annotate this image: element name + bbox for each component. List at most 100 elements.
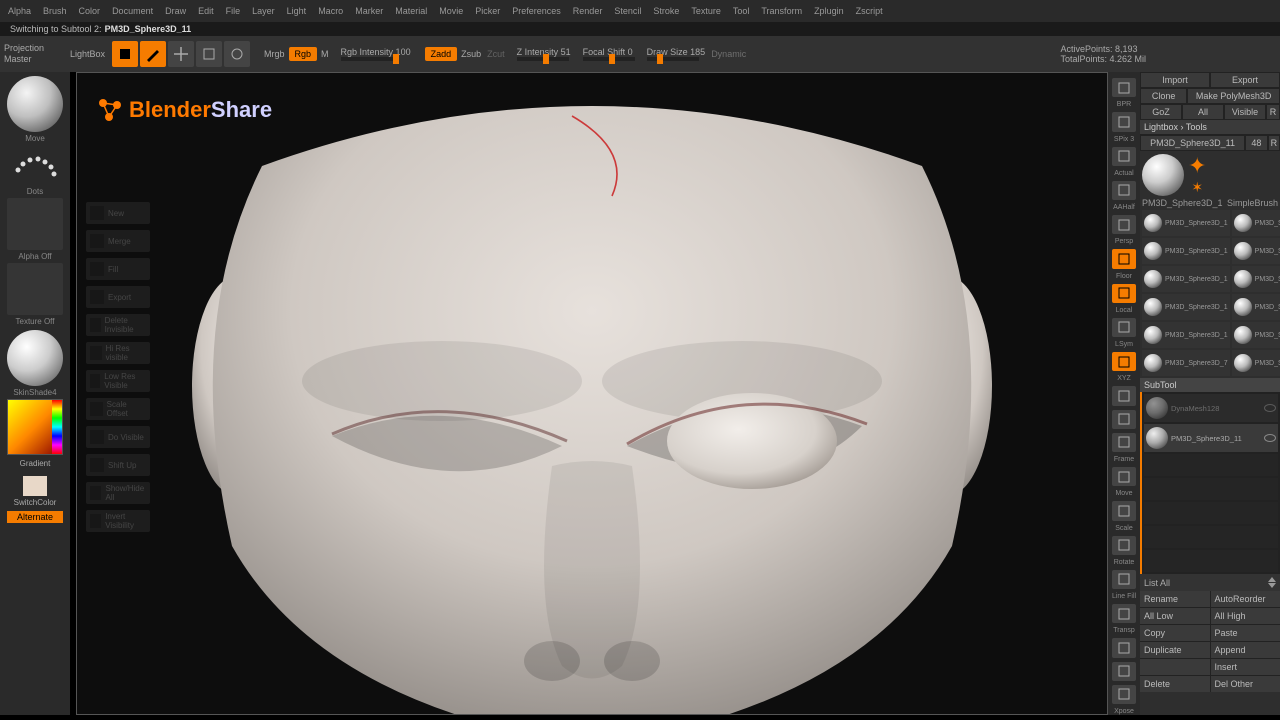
strip-BPR[interactable] <box>1112 78 1136 97</box>
menu-edit[interactable]: Edit <box>198 6 214 16</box>
zsub-toggle[interactable]: Zsub <box>461 49 481 59</box>
goz-visible-button[interactable]: Visible <box>1224 104 1266 120</box>
tool-thumb[interactable]: PM3D_Sphere3D_5 <box>1232 238 1280 264</box>
scale-mode-icon[interactable] <box>196 41 222 67</box>
zadd-toggle[interactable]: Zadd <box>425 47 458 61</box>
strip-SPix 3[interactable] <box>1112 112 1136 131</box>
op-all-high[interactable]: All High <box>1211 608 1280 624</box>
float-item[interactable]: Low Res Visible <box>86 370 150 392</box>
edit-mode-icon[interactable] <box>112 41 138 67</box>
tool-thumb[interactable]: PM3D_Sphere3D_1 <box>1142 266 1230 292</box>
alternate-button[interactable]: Alternate <box>7 511 63 523</box>
simplebrush-icon[interactable]: ✦ <box>1188 153 1206 179</box>
strip-LSym[interactable] <box>1112 318 1136 337</box>
visibility-icon[interactable] <box>1264 434 1276 442</box>
texture-slot[interactable] <box>7 263 63 315</box>
strip-Local[interactable] <box>1112 284 1136 303</box>
op-all-low[interactable]: All Low <box>1140 608 1210 624</box>
menu-movie[interactable]: Movie <box>439 6 463 16</box>
clone-button[interactable]: Clone <box>1140 88 1187 104</box>
strip-Transp[interactable] <box>1112 604 1136 623</box>
brush-thumbnail[interactable] <box>7 76 63 132</box>
strip-icon[interactable] <box>1112 410 1136 429</box>
menu-macro[interactable]: Macro <box>318 6 343 16</box>
lightbox-tools-header[interactable]: Lightbox › Tools <box>1140 120 1280 135</box>
color-picker[interactable] <box>7 399 63 455</box>
stroke-thumbnail[interactable] <box>7 145 63 185</box>
goz-all-button[interactable]: All <box>1182 104 1224 120</box>
tool-thumb[interactable]: PM3D_Sphere3D_5 <box>1232 350 1280 376</box>
tool-thumb[interactable]: PM3D_Sphere3D_5 <box>1232 294 1280 320</box>
strip-Actual[interactable] <box>1112 147 1136 166</box>
float-item[interactable]: Do Visible <box>86 426 150 448</box>
strip-Frame[interactable] <box>1112 433 1136 452</box>
strip-Line Fill[interactable] <box>1112 570 1136 589</box>
op-duplicate[interactable]: Duplicate <box>1140 642 1210 658</box>
tool-thumb[interactable]: PM3D_Sphere3D_1 <box>1232 210 1280 236</box>
m-toggle[interactable]: M <box>321 49 329 59</box>
op-copy[interactable]: Copy <box>1140 625 1210 641</box>
float-item[interactable]: Invert Visibility <box>86 510 150 532</box>
strip-Persp[interactable] <box>1112 215 1136 234</box>
projection-master[interactable]: Projection Master <box>4 43 64 65</box>
float-item[interactable]: New <box>86 202 150 224</box>
strip-icon[interactable] <box>1112 638 1136 657</box>
viewport[interactable]: BlenderShare <box>76 72 1108 715</box>
float-item[interactable]: Scale Offset <box>86 398 150 420</box>
alpha-slot[interactable] <box>7 198 63 250</box>
op-insert[interactable]: Insert <box>1211 659 1280 675</box>
strip-Rotate[interactable] <box>1112 536 1136 555</box>
subtool-row[interactable]: PM3D_Sphere3D_11 <box>1144 424 1278 452</box>
rotate-mode-icon[interactable] <box>224 41 250 67</box>
switch-color[interactable]: SwitchColor <box>14 498 57 507</box>
tool-thumb[interactable]: PM3D_Sphere3D_1 <box>1142 238 1230 264</box>
make-polymesh-button[interactable]: Make PolyMesh3D <box>1187 88 1280 104</box>
subtool-header[interactable]: SubTool <box>1140 378 1280 392</box>
strip-AAHalf[interactable] <box>1112 181 1136 200</box>
tool-thumb[interactable]: PM3D_Sphere3D_1 <box>1142 322 1230 348</box>
menu-render[interactable]: Render <box>573 6 603 16</box>
import-button[interactable]: Import <box>1140 72 1210 88</box>
float-item[interactable]: Show/Hide All <box>86 482 150 504</box>
menu-zplugin[interactable]: Zplugin <box>814 6 844 16</box>
tool-r[interactable]: R <box>1268 135 1280 151</box>
material-thumbnail[interactable] <box>7 330 63 386</box>
tool-name[interactable]: PM3D_Sphere3D_11 <box>1140 135 1245 151</box>
lightbox-button[interactable]: LightBox <box>70 49 110 59</box>
strip-icon[interactable] <box>1112 386 1136 405</box>
reorder-arrows[interactable] <box>1268 577 1276 588</box>
menu-stencil[interactable]: Stencil <box>614 6 641 16</box>
goz-r-button[interactable]: R <box>1266 104 1280 120</box>
menu-stroke[interactable]: Stroke <box>653 6 679 16</box>
visibility-icon[interactable] <box>1264 404 1276 412</box>
op-append[interactable]: Append <box>1211 642 1280 658</box>
current-tool-thumb[interactable] <box>1142 154 1184 196</box>
gradient-label[interactable]: Gradient <box>20 459 51 468</box>
op-rename[interactable]: Rename <box>1140 591 1210 607</box>
menu-document[interactable]: Document <box>112 6 153 16</box>
menu-tool[interactable]: Tool <box>733 6 750 16</box>
menu-brush[interactable]: Brush <box>43 6 67 16</box>
menu-alpha[interactable]: Alpha <box>8 6 31 16</box>
strip-Move[interactable] <box>1112 467 1136 486</box>
focal-shift-slider[interactable] <box>583 57 635 61</box>
strip-Xpose[interactable] <box>1112 685 1136 704</box>
draw-mode-icon[interactable] <box>140 41 166 67</box>
menu-texture[interactable]: Texture <box>691 6 721 16</box>
tool-thumb[interactable]: PM3D_Sphere3D_5 <box>1232 322 1280 348</box>
menu-layer[interactable]: Layer <box>252 6 275 16</box>
menu-picker[interactable]: Picker <box>475 6 500 16</box>
secondary-color[interactable] <box>23 476 47 496</box>
rgb-intensity-slider[interactable] <box>341 57 393 61</box>
menu-marker[interactable]: Marker <box>355 6 383 16</box>
op-autoreorder[interactable]: AutoReorder <box>1211 591 1280 607</box>
goz-button[interactable]: GoZ <box>1140 104 1182 120</box>
menu-zscript[interactable]: Zscript <box>856 6 883 16</box>
hue-strip[interactable] <box>52 400 62 454</box>
export-button[interactable]: Export <box>1210 72 1280 88</box>
strip-XYZ[interactable] <box>1112 352 1136 371</box>
menu-draw[interactable]: Draw <box>165 6 186 16</box>
menu-material[interactable]: Material <box>395 6 427 16</box>
list-all-row[interactable]: List All <box>1140 574 1280 591</box>
float-item[interactable]: Shift Up <box>86 454 150 476</box>
